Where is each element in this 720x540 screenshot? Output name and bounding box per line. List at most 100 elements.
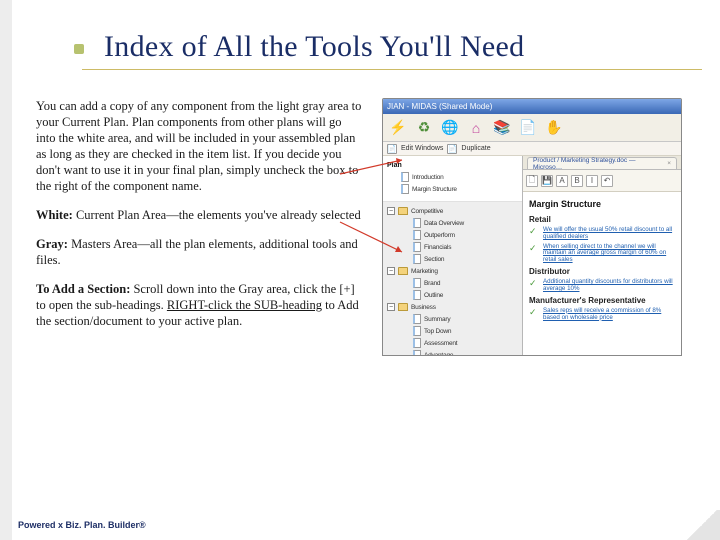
expander-icon[interactable]: − [387,207,395,215]
gray-text: Masters Area—all the plan elements, addi… [36,237,358,267]
document-toolbar: 🗋 💾 A B I ↶ [523,170,681,192]
plan-label: Plan [387,162,402,169]
expander-icon[interactable]: − [387,267,395,275]
doc-tool-3[interactable]: A [556,175,568,187]
folder-icon [398,267,408,275]
tree-child-2-2[interactable]: Assessment [387,337,519,349]
tree-child-0-2[interactable]: Financials [387,241,519,253]
tree-white-area: Plan Introduction Margin Structure [383,156,522,202]
hand-icon[interactable]: ✋ [543,117,565,139]
expander-icon[interactable]: − [387,303,395,311]
sub-item-1[interactable]: Edit Windows [401,145,443,152]
bolt-icon[interactable]: ⚡ [387,117,409,139]
document-body[interactable]: Margin Structure Retail ✓ We will offer … [523,192,681,355]
retail-link-2[interactable]: When selling direct to the channel we wi… [543,244,675,264]
doc-icon [413,242,421,252]
mfg-label: Manufacturer's Representative [529,296,675,305]
split-pane: Plan Introduction Margin Structure [383,156,681,355]
window-title: JIAN - MIDAS (Shared Mode) [387,102,492,111]
tree-child-0-0[interactable]: Data Overview [387,217,519,229]
doc-tool-5[interactable]: I [586,175,598,187]
gray-label: Gray: [36,237,68,251]
doc-icon [413,218,421,228]
titlebar[interactable]: JIAN - MIDAS (Shared Mode) [383,99,681,114]
dist-link-1[interactable]: Additional quantity discounts for distri… [543,279,675,293]
retail-line-2: ✓ When selling direct to the channel we … [529,244,675,264]
folder-icon [398,207,408,215]
tree-child-2-1[interactable]: Top Down [387,325,519,337]
doc-tool-2[interactable]: 💾 [541,175,553,187]
file-icon[interactable]: 📄 [517,117,539,139]
add-section-underline: RIGHT-click the SUB-heading [167,298,322,312]
check-icon: ✓ [529,227,539,237]
plan-root[interactable]: Plan [387,159,519,171]
tree-child-1-1[interactable]: Outline [387,289,519,301]
content-pane: Product / Marketing Strategy.doc — Micro… [523,156,681,355]
doc-tool-1[interactable]: 🗋 [526,175,538,187]
tree-section-1[interactable]: − Marketing [387,265,519,277]
body-row: You can add a copy of any component from… [36,98,702,356]
tree-section-0[interactable]: − Competitive [387,205,519,217]
retail-label: Retail [529,215,675,224]
check-icon: ✓ [529,244,539,254]
doc-tool-6[interactable]: ↶ [601,175,613,187]
tab-label: Product / Marketing Strategy.doc — Micro… [533,157,665,171]
doc-icon [401,184,409,194]
toolbar: ⚡ ♻ 🌐 ⌂ 📚 📄 ✋ [383,114,681,142]
globe-icon[interactable]: 🌐 [439,117,461,139]
doc-icon [401,172,409,182]
left-edge-shadow [0,0,12,540]
doc-icon [413,230,421,240]
add-section-label: To Add a Section: [36,282,130,296]
doc-icon [413,314,421,324]
tree-child-1-0[interactable]: Brand [387,277,519,289]
tab-strip: Product / Marketing Strategy.doc — Micro… [523,156,681,170]
doc-tool-4[interactable]: B [571,175,583,187]
mfg-link-1[interactable]: Sales reps will receive a commission of … [543,308,675,322]
title-bullet [74,44,84,54]
distributor-label: Distributor [529,267,675,276]
close-icon[interactable]: × [667,160,671,167]
tree-gray-area: − Competitive Data Overview Outperform F… [383,202,522,355]
home-icon[interactable]: ⌂ [465,117,487,139]
tree-child-2-0[interactable]: Summary [387,313,519,325]
folder-icon [398,303,408,311]
app-window: JIAN - MIDAS (Shared Mode) ⚡ ♻ 🌐 ⌂ 📚 📄 ✋… [382,98,682,356]
doc-icon [413,326,421,336]
tree-section-2[interactable]: − Business [387,301,519,313]
mini-icon-1[interactable]: 📄 [387,144,397,154]
footer: Powered x Biz. Plan. Builder® [18,520,146,530]
sub-toolbar: 📄 Edit Windows 📄 Duplicate [383,142,681,156]
mini-icon-2[interactable]: 📄 [447,144,457,154]
check-icon: ✓ [529,308,539,318]
paragraph-gray: Gray: Masters Area—all the plan elements… [36,236,364,268]
page-title: Index of All the Tools You'll Need [104,30,524,63]
paragraph-intro: You can add a copy of any component from… [36,98,364,194]
tree-item-white-1[interactable]: Margin Structure [387,183,519,195]
retail-link-1[interactable]: We will offer the usual 50% retail disco… [543,227,675,241]
slide: Index of All the Tools You'll Need You c… [0,0,720,540]
tree-child-0-3[interactable]: Section [387,253,519,265]
title-section: Index of All the Tools You'll Need [82,30,702,70]
doc-icon [413,290,421,300]
books-icon[interactable]: 📚 [491,117,513,139]
mfg-line-1: ✓ Sales reps will receive a commission o… [529,308,675,322]
doc-icon [413,350,421,355]
tree-child-2-3[interactable]: Advantage [387,349,519,355]
tree-child-0-1[interactable]: Outperform [387,229,519,241]
paragraph-white: White: Current Plan Area—the elements yo… [36,207,364,223]
page-curl [684,510,720,540]
retail-line-1: ✓ We will offer the usual 50% retail dis… [529,227,675,241]
sub-item-2[interactable]: Duplicate [461,145,490,152]
refresh-icon[interactable]: ♻ [413,117,435,139]
check-icon: ✓ [529,279,539,289]
white-text: Current Plan Area—the elements you've al… [73,208,361,222]
document-tab[interactable]: Product / Marketing Strategy.doc — Micro… [527,157,677,169]
doc-icon [413,254,421,264]
tree-item-white-0[interactable]: Introduction [387,171,519,183]
paragraph-add-section: To Add a Section: Scroll down into the G… [36,281,364,329]
dist-line-1: ✓ Additional quantity discounts for dist… [529,279,675,293]
tree-pane[interactable]: Plan Introduction Margin Structure [383,156,523,355]
white-label: White: [36,208,73,222]
text-column: You can add a copy of any component from… [36,98,364,356]
